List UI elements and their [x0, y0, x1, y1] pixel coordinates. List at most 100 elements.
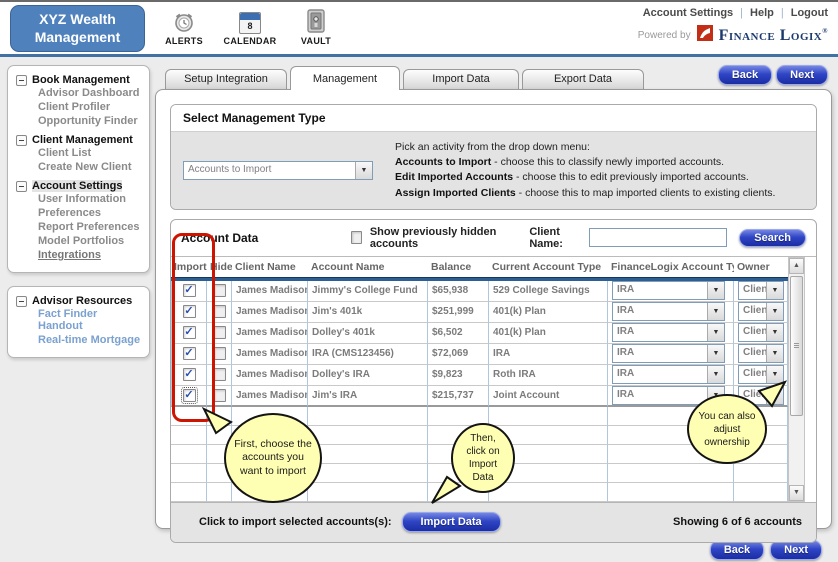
- scroll-down-icon[interactable]: ▼: [789, 484, 804, 501]
- alarm-clock-icon: [172, 8, 196, 34]
- sidebar-item-real-time-mortgage[interactable]: Real-time Mortgage: [16, 333, 143, 347]
- back-button-top[interactable]: Back: [717, 65, 773, 85]
- vault-button[interactable]: VAULT: [290, 8, 342, 46]
- dropdown-arrow-icon[interactable]: [707, 303, 724, 321]
- header-right: Account Settings | Help | Logout Powered…: [638, 7, 828, 46]
- import-checkbox[interactable]: [182, 326, 196, 340]
- owner-dropdown[interactable]: Client: [738, 302, 784, 322]
- management-type-dropdown[interactable]: Accounts to Import: [183, 160, 373, 180]
- tab-export-data[interactable]: Export Data: [522, 69, 644, 89]
- next-button-top[interactable]: Next: [776, 65, 828, 85]
- dropdown-arrow-icon[interactable]: [707, 345, 724, 363]
- import-checkbox[interactable]: [182, 347, 196, 361]
- client-name-label: Client Name:: [529, 225, 563, 250]
- sidebar-section-client-management[interactable]: Client Management: [16, 134, 143, 146]
- collapse-icon[interactable]: [16, 134, 27, 146]
- dropdown-arrow-icon[interactable]: [707, 366, 724, 384]
- client-name-input[interactable]: [589, 228, 728, 248]
- dropdown-arrow-icon[interactable]: [707, 282, 724, 300]
- fl-account-type-dropdown[interactable]: IRA: [612, 302, 725, 322]
- sidebar-item-integrations[interactable]: Integrations: [16, 248, 143, 262]
- collapse-icon[interactable]: [16, 74, 27, 86]
- finance-logix-icon: [696, 25, 713, 46]
- vault-label: VAULT: [300, 36, 332, 46]
- dropdown-arrow-icon[interactable]: [766, 345, 783, 363]
- balance-cell: $65,938: [428, 280, 489, 302]
- scrollbar-thumb[interactable]: [790, 275, 803, 416]
- fl-account-type-dropdown[interactable]: IRA: [612, 323, 725, 343]
- owner-dropdown[interactable]: Client: [738, 281, 784, 301]
- sidebar-item-client-profiler[interactable]: Client Profiler: [16, 100, 143, 114]
- hide-checkbox[interactable]: [212, 284, 226, 298]
- sidebar-item-opportunity-finder[interactable]: Opportunity Finder: [16, 114, 143, 128]
- sidebar-item-advisor-dashboard[interactable]: Advisor Dashboard: [16, 86, 143, 100]
- scroll-up-icon[interactable]: ▲: [789, 257, 804, 274]
- sidebar-item-client-list[interactable]: Client List: [16, 146, 143, 160]
- vertical-scrollbar[interactable]: ▲ ▼: [788, 256, 805, 502]
- sidebar-item-create-new-client[interactable]: Create New Client: [16, 160, 143, 174]
- hide-checkbox[interactable]: [212, 347, 226, 361]
- client-name-cell: James Madison: [232, 364, 308, 386]
- client-name-cell: James Madison: [232, 385, 308, 407]
- dropdown-arrow-icon[interactable]: [766, 324, 783, 342]
- collapse-icon[interactable]: [16, 180, 27, 192]
- calendar-button[interactable]: 8 CALENDAR: [224, 8, 276, 46]
- logout-link[interactable]: Logout: [791, 7, 828, 19]
- owner-dropdown[interactable]: Client: [738, 323, 784, 343]
- dropdown-arrow-icon[interactable]: [355, 161, 372, 179]
- callout-choose-accounts: First, choose the accounts you want to i…: [224, 413, 322, 503]
- sidebar-section-book-management[interactable]: Book Management: [16, 74, 143, 86]
- table-row: James Madison Jim's 401k $251,999 401(k)…: [171, 301, 788, 323]
- import-checkbox[interactable]: [180, 386, 198, 404]
- import-checkbox[interactable]: [182, 368, 196, 382]
- account-name-cell: Jim's 401k: [308, 301, 428, 323]
- hide-checkbox[interactable]: [212, 388, 226, 402]
- sidebar-item-model-portfolios[interactable]: Model Portfolios: [16, 234, 143, 248]
- dropdown-arrow-icon[interactable]: [766, 303, 783, 321]
- fl-account-type-dropdown[interactable]: IRA: [612, 281, 725, 301]
- table-row: James Madison Jim's IRA $215,737 Joint A…: [171, 385, 788, 407]
- sidebar-item-fact-finder-handout[interactable]: Fact Finder Handout: [16, 307, 143, 333]
- hide-checkbox[interactable]: [212, 326, 226, 340]
- collapse-icon[interactable]: [16, 295, 27, 307]
- sidebar-nav-panel: Book Management Advisor Dashboard Client…: [7, 65, 150, 273]
- tab-setup-integration[interactable]: Setup Integration: [165, 69, 287, 89]
- fl-account-type-dropdown[interactable]: IRA: [612, 365, 725, 385]
- header-icon-group: ALERTS 8 CALENDAR VAULT: [158, 8, 342, 46]
- col-import: Import: [174, 260, 207, 273]
- table-row: James Madison IRA (CMS123456) $72,069 IR…: [171, 343, 788, 365]
- sidebar-section-advisor-resources[interactable]: Advisor Resources: [16, 295, 143, 307]
- import-checkbox[interactable]: [182, 284, 196, 298]
- tab-import-data[interactable]: Import Data: [403, 69, 519, 89]
- sidebar: Book Management Advisor Dashboard Client…: [0, 57, 150, 559]
- client-name-cell: James Madison: [232, 343, 308, 365]
- current-type-cell: 401(k) Plan: [489, 301, 608, 323]
- fl-account-type-dropdown[interactable]: IRA: [612, 344, 725, 364]
- account-settings-link[interactable]: Account Settings: [643, 7, 733, 19]
- dropdown-arrow-icon[interactable]: [766, 282, 783, 300]
- hide-checkbox[interactable]: [212, 368, 226, 382]
- import-data-button[interactable]: Import Data: [401, 512, 501, 533]
- hide-checkbox[interactable]: [212, 305, 226, 319]
- callout-import-data: Then, click on Import Data: [451, 423, 515, 493]
- vault-icon: [306, 8, 326, 34]
- sidebar-item-user-information[interactable]: User Information: [16, 192, 143, 206]
- scrollbar-track[interactable]: [789, 274, 804, 485]
- sidebar-section-account-settings[interactable]: Account Settings: [16, 180, 143, 192]
- account-name-cell: Jim's IRA: [308, 385, 428, 407]
- tab-management[interactable]: Management: [290, 66, 400, 90]
- back-button-bottom[interactable]: Back: [709, 540, 765, 560]
- account-name-cell: IRA (CMS123456): [308, 343, 428, 365]
- import-checkbox[interactable]: [182, 305, 196, 319]
- show-hidden-checkbox[interactable]: [351, 231, 362, 245]
- sidebar-item-report-preferences[interactable]: Report Preferences: [16, 220, 143, 234]
- sidebar-item-preferences[interactable]: Preferences: [16, 206, 143, 220]
- alerts-button[interactable]: ALERTS: [158, 8, 210, 46]
- next-button-bottom[interactable]: Next: [770, 540, 822, 560]
- client-name-cell: James Madison: [232, 301, 308, 323]
- help-link[interactable]: Help: [750, 7, 774, 19]
- dropdown-arrow-icon[interactable]: [707, 324, 724, 342]
- calendar-icon: 8: [239, 8, 261, 34]
- search-button[interactable]: Search: [739, 228, 806, 247]
- owner-dropdown[interactable]: Client: [738, 344, 784, 364]
